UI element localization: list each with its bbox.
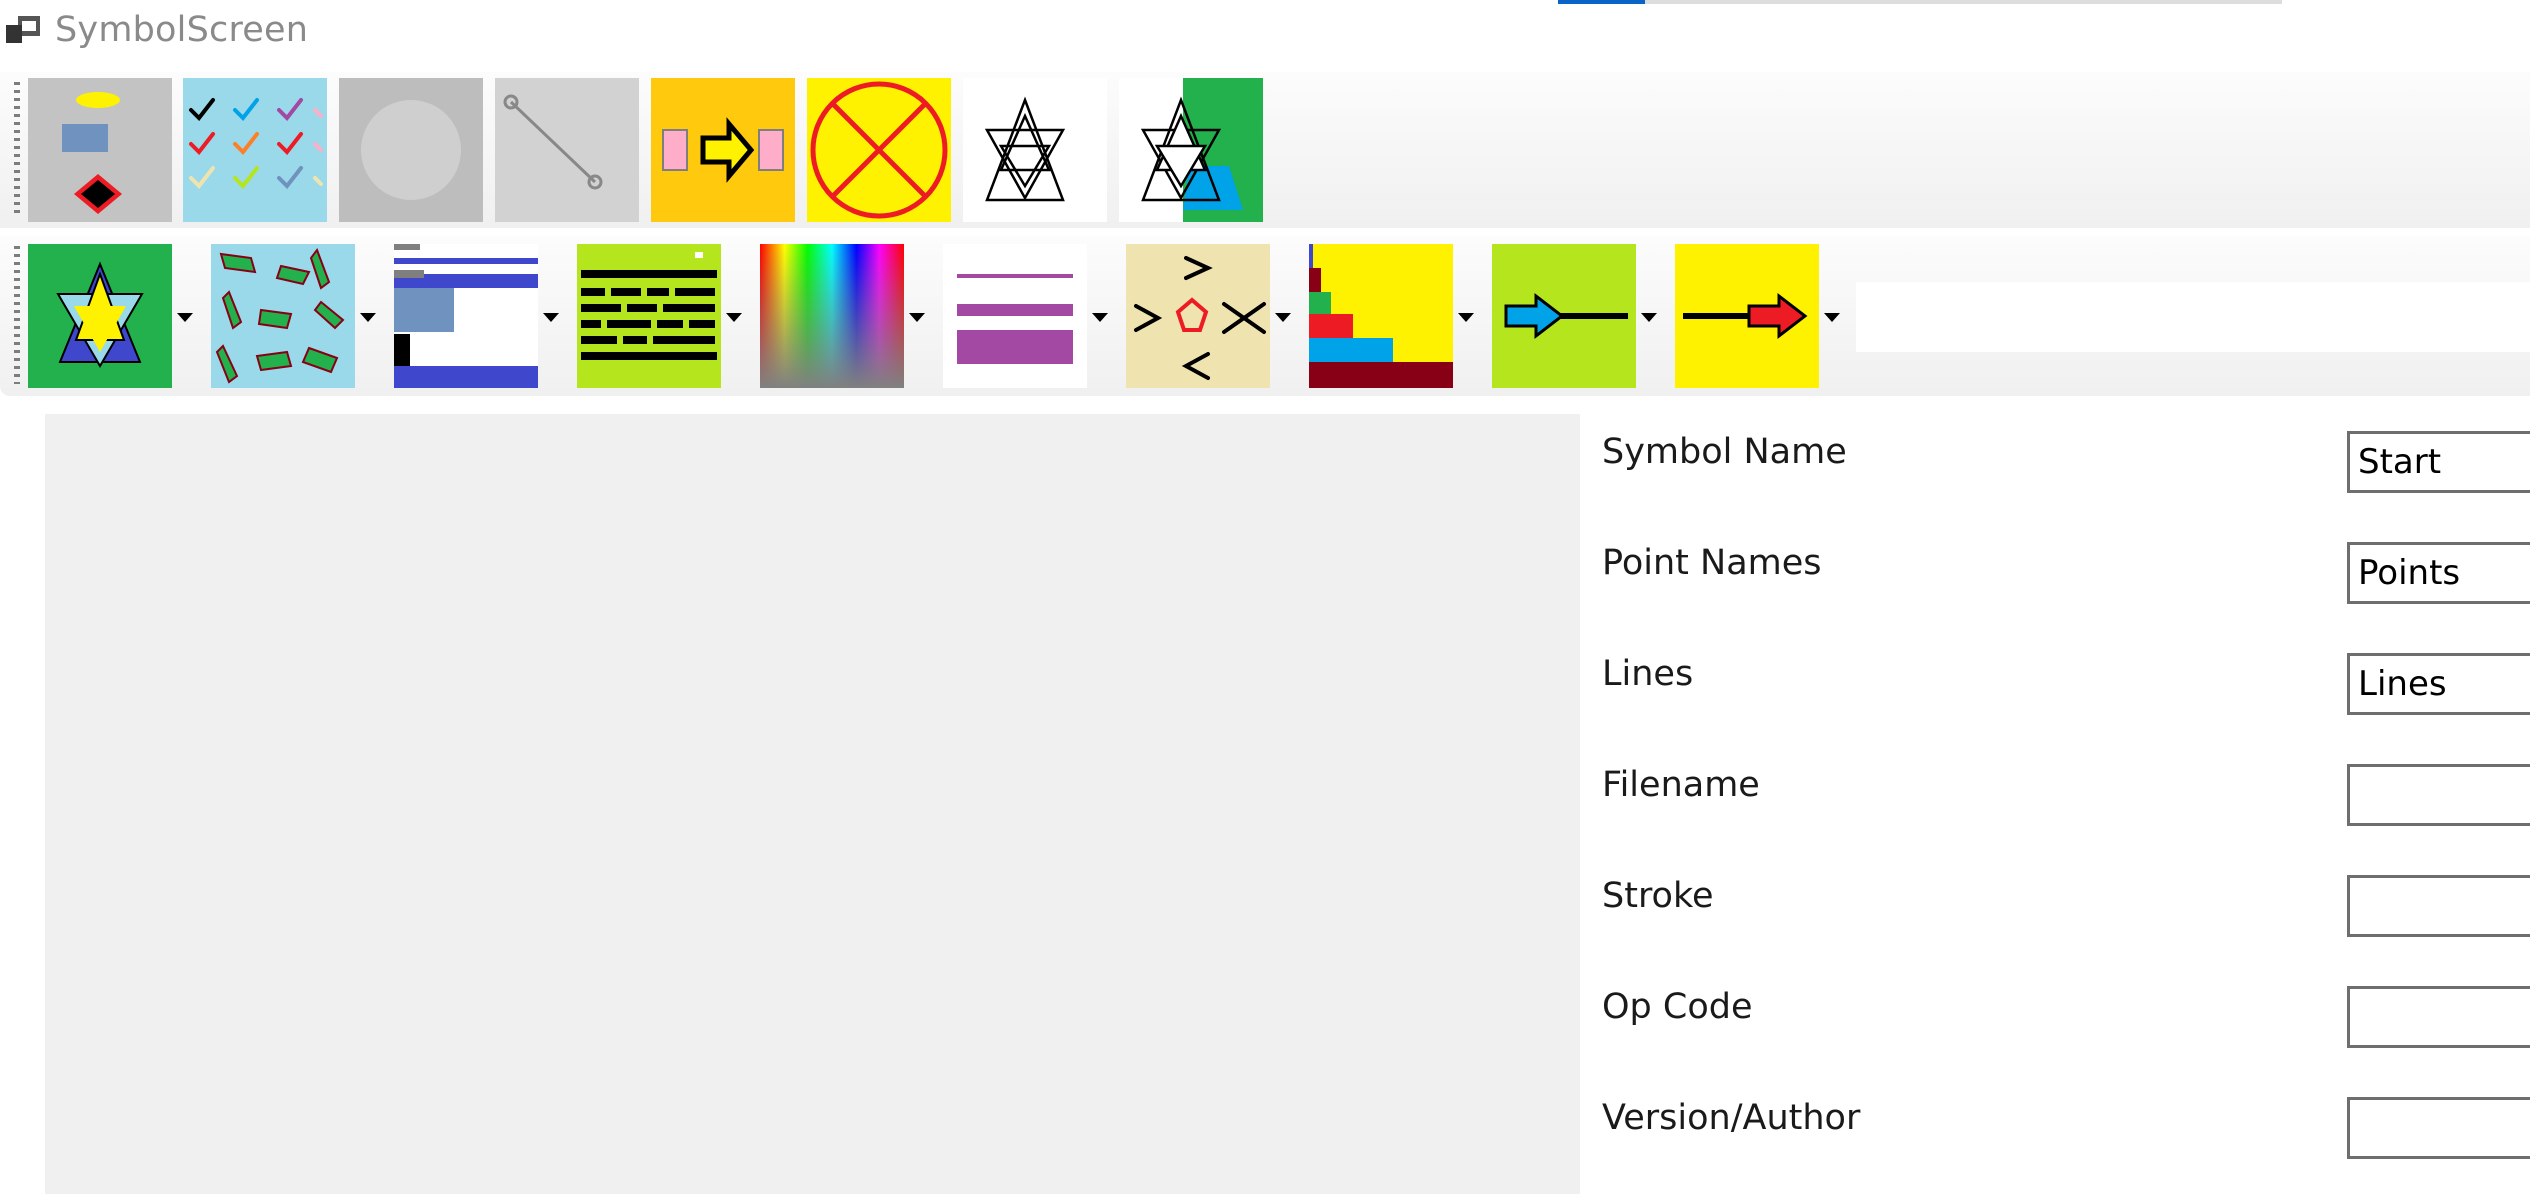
stroke-label: Stroke (1602, 876, 1714, 916)
checkmarks-icon (189, 98, 323, 190)
layout-dropdown[interactable] (394, 244, 538, 388)
line-icon (503, 94, 603, 190)
chevron-down-icon[interactable] (1092, 313, 1108, 322)
markers-dropdown[interactable] (1126, 244, 1270, 388)
arrow-end-icon (1683, 292, 1808, 340)
lines-label: Lines (1602, 654, 1694, 694)
chevron-down-icon[interactable] (1824, 313, 1840, 322)
chevron-down-icon[interactable] (726, 313, 742, 322)
chevron-down-icon[interactable] (543, 313, 559, 322)
chevron-down-icon[interactable] (360, 313, 376, 322)
arrows-scatter-icon (215, 247, 345, 384)
circle-icon (361, 100, 461, 200)
line-button[interactable] (495, 78, 639, 222)
chevron-down-icon[interactable] (1275, 313, 1291, 322)
title-bar: SymbolScreen (0, 0, 2530, 50)
circle-x-icon (810, 81, 948, 219)
markers-icon (1134, 256, 1266, 380)
histogram-icon (1309, 244, 1453, 388)
window-layout-icon (394, 244, 538, 388)
arrow-start-dropdown[interactable] (1492, 244, 1636, 388)
text-lines-icon (581, 252, 717, 360)
chevron-down-icon[interactable] (1458, 313, 1474, 322)
lines-input[interactable] (2347, 653, 2530, 715)
filename-label: Filename (1602, 765, 1760, 805)
window-title: SymbolScreen (55, 10, 309, 50)
arrow-connector-icon (662, 117, 784, 183)
color-picker-dropdown[interactable] (760, 244, 904, 388)
progress-fill (1558, 0, 1645, 4)
star-outline-button[interactable] (963, 78, 1107, 222)
color-spectrum-icon (760, 244, 904, 388)
line-style-dropdown[interactable] (943, 244, 1087, 388)
symbol-canvas[interactable] (45, 414, 1580, 1194)
flowchart-icon (62, 92, 122, 214)
main-toolbar (0, 72, 2530, 228)
toolbar-text-input[interactable] (1856, 282, 2530, 352)
point-names-label: Point Names (1602, 543, 1822, 583)
checkmarks-button[interactable] (183, 78, 327, 222)
chevron-down-icon[interactable] (909, 313, 925, 322)
op-code-input[interactable] (2347, 986, 2530, 1048)
line-style-icon (957, 274, 1073, 364)
star-fill-button[interactable] (1119, 78, 1263, 222)
version-author-label: Version/Author (1602, 1098, 1861, 1138)
clear-button[interactable] (807, 78, 951, 222)
arrow-end-dropdown[interactable] (1675, 244, 1819, 388)
app-window-icon (6, 16, 40, 43)
progress-bar (1558, 0, 2282, 4)
star-style-dropdown[interactable] (28, 244, 172, 388)
arrow-start-icon (1504, 292, 1628, 340)
arrows-scatter-dropdown[interactable] (211, 244, 355, 388)
toolbar-grip[interactable] (14, 82, 20, 214)
star-fill-icon (1140, 78, 1263, 222)
symbol-name-input[interactable] (2347, 431, 2530, 493)
text-lines-dropdown[interactable] (577, 244, 721, 388)
toolbar-grip[interactable] (14, 246, 20, 384)
filename-input[interactable] (2347, 764, 2530, 826)
connector-arrow-button[interactable] (651, 78, 795, 222)
chevron-down-icon[interactable] (177, 313, 193, 322)
circle-button[interactable] (339, 78, 483, 222)
point-names-input[interactable] (2347, 542, 2530, 604)
histogram-dropdown[interactable] (1309, 244, 1453, 388)
chevron-down-icon[interactable] (1641, 313, 1657, 322)
stroke-input[interactable] (2347, 875, 2530, 937)
version-author-input[interactable] (2347, 1097, 2530, 1159)
op-code-label: Op Code (1602, 987, 1753, 1027)
star-outline-icon (984, 96, 1066, 202)
symbol-name-label: Symbol Name (1602, 432, 1847, 472)
star-color-icon (56, 261, 144, 368)
flowchart-symbols-button[interactable] (28, 78, 172, 222)
